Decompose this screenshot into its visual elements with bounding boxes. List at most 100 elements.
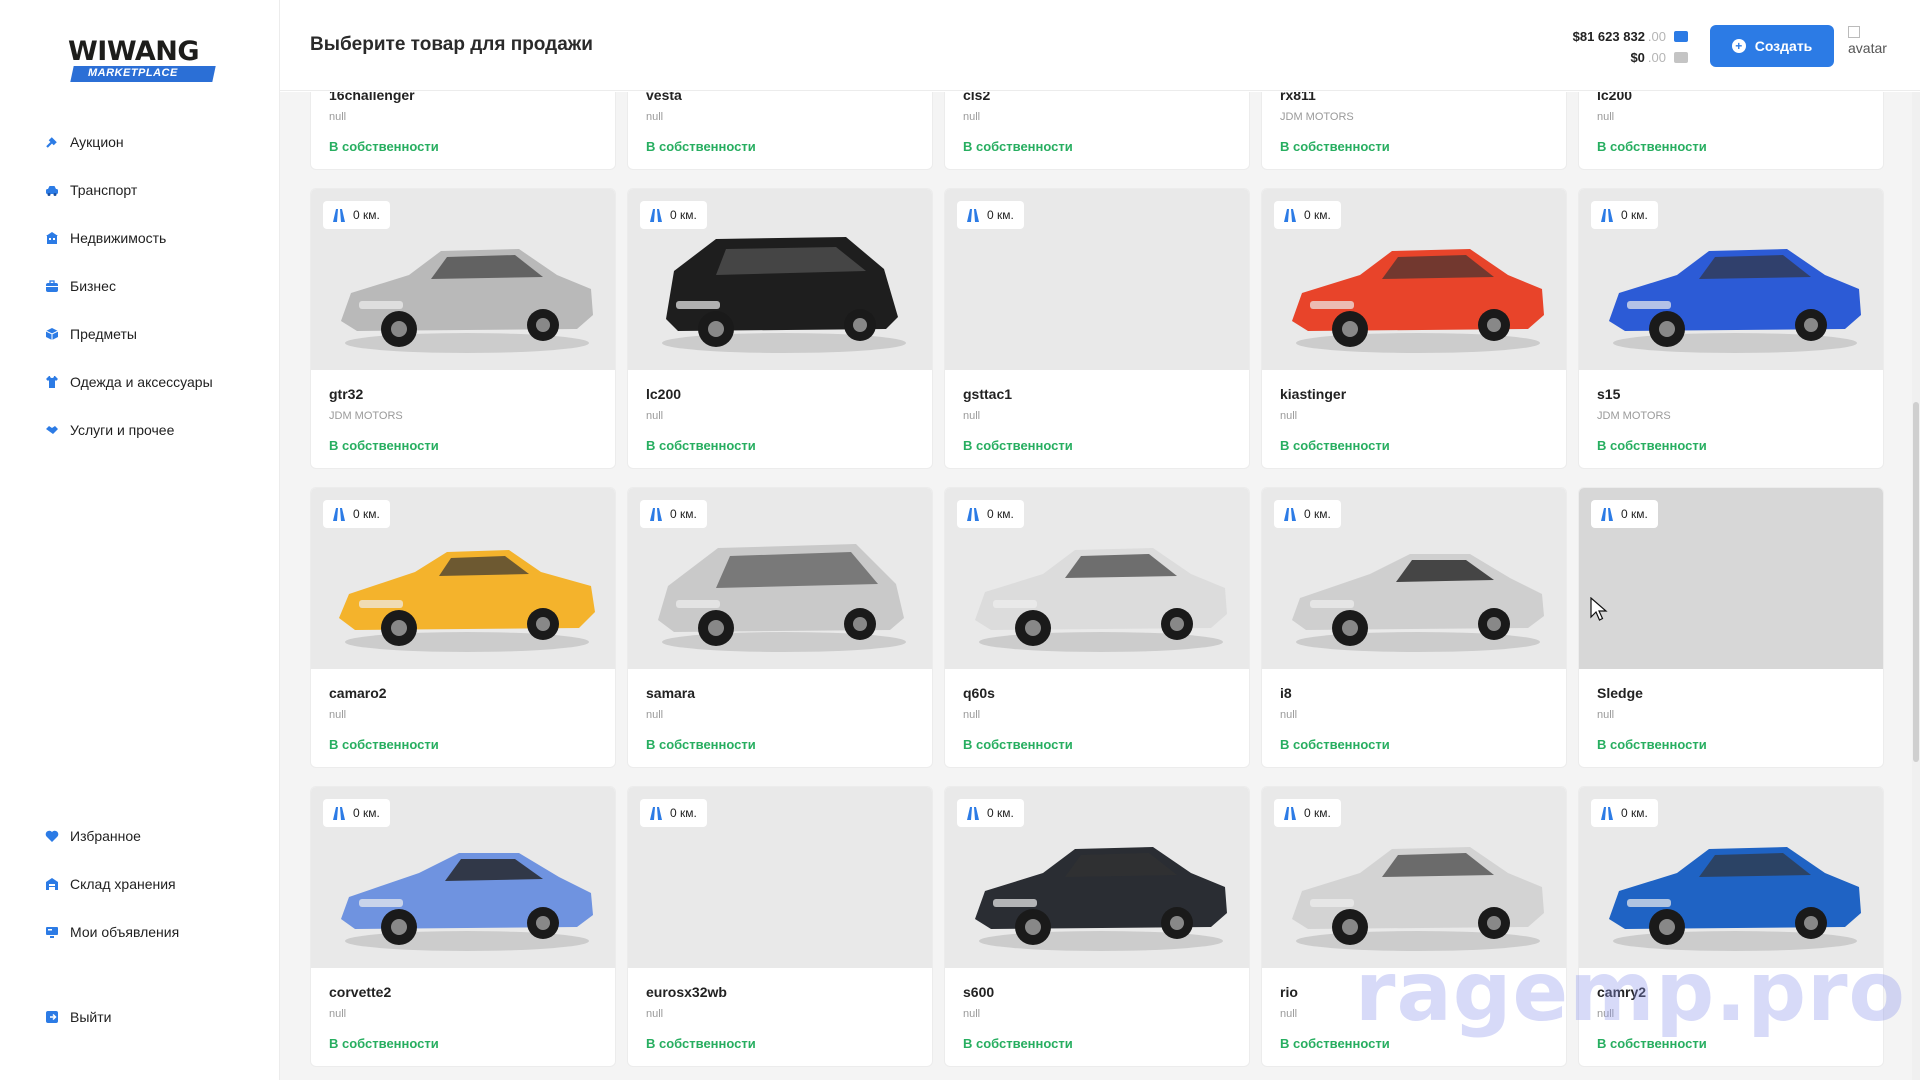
sidebar-nav: Аукцион Транспорт Недвижимость Бизнес Предме… <box>44 118 264 454</box>
card-body: Sledge null В собственности <box>1579 669 1883 752</box>
card-body: camaro2 null В собственности <box>311 669 615 752</box>
card-status: В собственности <box>646 438 756 453</box>
card-image-area: 0 км. <box>945 189 1249 370</box>
product-card[interactable]: 0 км. q60s null В собственности <box>944 487 1250 768</box>
car-image <box>339 550 595 652</box>
logo[interactable]: WIWANG MARKETPLACE <box>68 36 218 86</box>
card-status: В собственности <box>1280 737 1390 752</box>
car-image <box>1609 249 1861 353</box>
sidebar-item-clothes[interactable]: Одежда и аксессуары <box>44 358 264 406</box>
warehouse-icon <box>44 876 60 892</box>
card-body: s600 null В собственности <box>945 968 1249 1051</box>
product-card[interactable]: 0 км. kiastinger null В собственности <box>1261 188 1567 469</box>
car-image <box>658 544 906 652</box>
sidebar-item-realty[interactable]: Недвижимость <box>44 214 264 262</box>
sidebar-item-storage[interactable]: Склад хранения <box>44 860 264 908</box>
product-card[interactable]: 0 км.rx811JDM MOTORSВ собственности <box>1261 92 1567 170</box>
sidebar-item-my-ads[interactable]: Мои объявления <box>44 908 264 956</box>
card-brand: null <box>646 111 664 123</box>
card-image-area: 0 км. <box>1262 787 1566 968</box>
car-image <box>341 249 593 353</box>
card-brand: null <box>1597 709 1615 721</box>
product-card[interactable]: 0 км. eurosx32wb null В собственности <box>627 786 933 1067</box>
product-card[interactable]: 0 км. s15 JDM MOTORS В собственности <box>1578 188 1884 469</box>
car-image <box>1292 847 1544 951</box>
card-body: i8 null В собственности <box>1262 669 1566 752</box>
card-status: В собственности <box>1597 737 1707 752</box>
card-body: kiastinger null В собственности <box>1262 370 1566 453</box>
sidebar-item-auction[interactable]: Аукцион <box>44 118 264 166</box>
card-title: q60s <box>963 685 995 701</box>
broken-image-icon <box>1848 26 1860 38</box>
sidebar-item-business[interactable]: Бизнес <box>44 262 264 310</box>
plus-icon: + <box>1731 39 1746 53</box>
card-body: q60s null В собственности <box>945 669 1249 752</box>
product-card[interactable]: 0 км. gtr32 JDM MOTORS В собственности <box>310 188 616 469</box>
product-card[interactable]: 0 км. Sledge null В собственности <box>1578 487 1884 768</box>
watermark: ragemp.pro <box>1355 945 1906 1040</box>
card-title: samara <box>646 685 696 701</box>
product-card[interactable]: 0 км. s600 null В собственности <box>944 786 1250 1067</box>
card-title: cls2 <box>963 92 991 103</box>
product-card[interactable]: 0 км. gsttac1 null В собственности <box>944 188 1250 469</box>
sidebar-item-services[interactable]: Услуги и прочее <box>44 406 264 454</box>
card-image-area: 0 км. <box>628 488 932 669</box>
product-card[interactable]: 0 км. corvette2 null В собственности <box>310 786 616 1067</box>
card-title: lc200 <box>1597 92 1633 103</box>
shirt-icon <box>44 374 60 390</box>
card-title: lc200 <box>646 386 682 402</box>
logout-icon <box>44 1009 60 1025</box>
mileage-badge: 0 км. <box>957 201 1024 229</box>
heart-icon <box>44 828 60 844</box>
product-card[interactable]: 0 км. samara null В собственности <box>627 487 933 768</box>
card-status: В собственности <box>329 139 439 154</box>
card-body: samara null В собственности <box>628 669 932 752</box>
card-brand: null <box>963 111 981 123</box>
card-image-area: 0 км. <box>1579 787 1883 968</box>
car-image <box>975 847 1227 951</box>
product-card[interactable]: 0 км. camaro2 null В собственности <box>310 487 616 768</box>
scrollbar-thumb[interactable] <box>1913 402 1919 762</box>
card-image-area: 0 км. <box>1262 488 1566 669</box>
balance-bank: $0 .00 <box>1573 47 1688 68</box>
car-image <box>662 237 906 353</box>
sidebar-item-label: Предметы <box>70 326 137 342</box>
card-status: В собственности <box>963 139 1073 154</box>
mileage-value: 0 км. <box>670 806 697 820</box>
product-card[interactable]: 0 км.16challengernullВ собственности <box>310 92 616 170</box>
card-status: В собственности <box>646 139 756 154</box>
product-card[interactable]: 0 км.vestanullВ собственности <box>627 92 933 170</box>
sidebar-item-transport[interactable]: Транспорт <box>44 166 264 214</box>
card-title: eurosx32wb <box>646 984 727 1000</box>
product-card[interactable]: 0 км.lc200nullВ собственности <box>1578 92 1884 170</box>
card-image-area: 0 км. <box>311 488 615 669</box>
scrollbar[interactable] <box>1912 92 1920 1080</box>
logo-word: WIWANG <box>68 36 200 67</box>
card-body: eurosx32wb null В собственности <box>628 968 932 1051</box>
car-image <box>975 548 1227 652</box>
card-title: gsttac1 <box>963 386 1013 402</box>
card-brand: null <box>1280 709 1298 721</box>
card-image-area: 0 км. <box>628 787 932 968</box>
wallet-icon <box>1674 31 1688 42</box>
card-body: cls2 null В собственности <box>945 92 1249 154</box>
card-body: rx811 JDM MOTORS В собственности <box>1262 92 1566 154</box>
sidebar-item-items[interactable]: Предметы <box>44 310 264 358</box>
logout-label: Выйти <box>70 1009 112 1025</box>
card-title: camaro2 <box>329 685 387 701</box>
road-icon <box>967 208 979 222</box>
logout-button[interactable]: Выйти <box>44 993 264 1041</box>
product-card[interactable]: 0 км.lc200nullВ собственности <box>627 188 933 469</box>
card-body: vesta null В собственности <box>628 92 932 154</box>
balance-cash: $81 623 832 .00 <box>1573 26 1688 47</box>
product-card[interactable]: 0 км.cls2nullВ собственности <box>944 92 1250 170</box>
card-status: В собственности <box>1597 438 1707 453</box>
product-card[interactable]: 0 км. i8 null В собственности <box>1261 487 1567 768</box>
avatar[interactable]: avatar <box>1848 26 1896 66</box>
gavel-icon <box>44 134 60 150</box>
create-button[interactable]: + Создать <box>1710 25 1834 67</box>
card-body: 16challenger null В собственности <box>311 92 615 154</box>
sidebar-item-label: Одежда и аксессуары <box>70 374 213 390</box>
sidebar-item-favorites[interactable]: Избранное <box>44 812 264 860</box>
card-status: В собственности <box>963 737 1073 752</box>
